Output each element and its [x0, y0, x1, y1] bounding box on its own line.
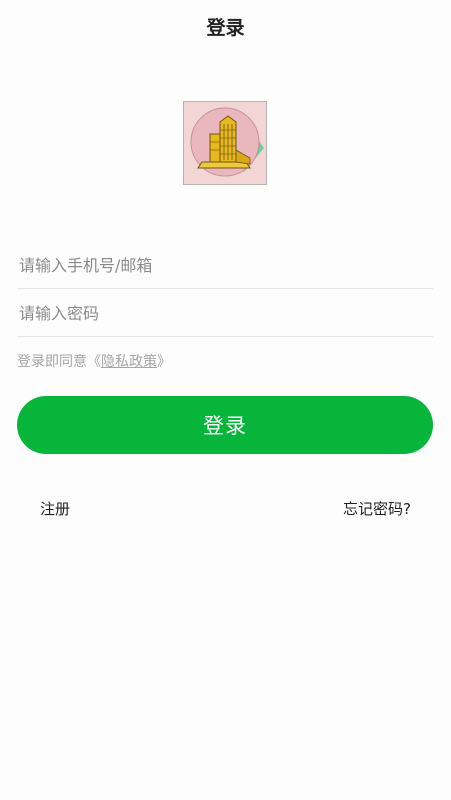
login-page: 登录 请输入手机号/邮箱 登录即同意《隐私政策》 登录 注册 忘记密码? — [0, 0, 451, 800]
page-title: 登录 — [206, 17, 245, 39]
agreement-prefix: 登录即同意 — [17, 354, 87, 370]
account-field — [17, 243, 437, 289]
agreement-text: 登录即同意《隐私政策》 — [17, 351, 171, 373]
login-button[interactable]: 登录 — [17, 396, 433, 454]
app-logo — [183, 101, 267, 185]
forgot-password-link[interactable]: 忘记密码? — [343, 498, 411, 520]
agreement-open-quote: 《 — [87, 354, 101, 370]
agreement-close-quote: 》 — [157, 354, 171, 370]
building-logo-icon — [184, 102, 266, 184]
privacy-policy-link[interactable]: 隐私政策 — [101, 354, 157, 370]
password-field — [17, 291, 437, 337]
register-link[interactable]: 注册 — [40, 498, 70, 520]
account-input[interactable] — [17, 243, 437, 288]
password-input[interactable] — [17, 291, 437, 336]
